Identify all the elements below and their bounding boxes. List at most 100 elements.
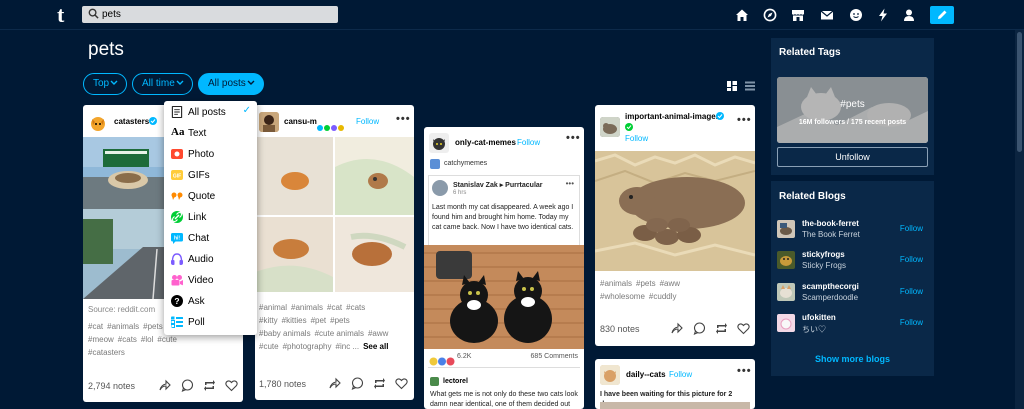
share-icon[interactable]	[670, 322, 683, 335]
reblog-avatar[interactable]	[430, 159, 440, 169]
more-options-icon[interactable]: •••	[566, 132, 581, 144]
search-bar[interactable]	[82, 6, 338, 23]
avatar[interactable]	[429, 133, 449, 153]
tag[interactable]: #inc ...	[336, 342, 360, 351]
tag[interactable]: #pets	[143, 322, 163, 331]
post-type-option-poll[interactable]: Poll	[164, 312, 257, 333]
time-filter-button[interactable]: All time	[132, 73, 193, 95]
tag[interactable]: #cute animals	[315, 329, 364, 338]
post-type-option-link[interactable]: Link	[164, 207, 257, 228]
more-options-icon[interactable]: •••	[396, 113, 411, 125]
reblog-icon[interactable]	[203, 379, 216, 392]
see-all-tags-link[interactable]: See all	[363, 342, 388, 351]
tag[interactable]: #lol	[141, 335, 153, 344]
follow-button[interactable]: Follow	[900, 287, 923, 296]
tag[interactable]: #animals	[107, 322, 139, 331]
masonry-view-icon[interactable]	[727, 78, 737, 91]
tag[interactable]: #animals	[600, 279, 632, 288]
search-input[interactable]	[102, 7, 332, 22]
activity-icon[interactable]	[876, 8, 890, 22]
post-type-option-gifs[interactable]: GIF GIFs	[164, 165, 257, 186]
follow-button[interactable]: Follow	[625, 134, 648, 143]
post-photo[interactable]	[595, 151, 755, 271]
tag[interactable]: #kitties	[282, 316, 307, 325]
account-icon[interactable]	[902, 8, 916, 22]
post-type-option-quote[interactable]: Quote	[164, 186, 257, 207]
reblog-source[interactable]: catchymemes	[444, 160, 487, 167]
reblog-icon[interactable]	[373, 377, 386, 390]
tag[interactable]: #animal	[259, 303, 287, 312]
tag[interactable]: #kitty	[259, 316, 278, 325]
avatar[interactable]	[777, 314, 795, 332]
post-type-option-all-posts[interactable]: All posts ✓	[164, 102, 257, 123]
follow-button[interactable]: Follow	[900, 255, 923, 264]
post-photo[interactable]	[600, 402, 750, 409]
post-type-option-ask[interactable]: ? Ask	[164, 291, 257, 312]
tag[interactable]: #animals	[291, 303, 323, 312]
reply-icon[interactable]	[693, 322, 706, 335]
sort-filter-button[interactable]: Top	[83, 73, 127, 95]
post-type-option-video[interactable]: Video	[164, 270, 257, 291]
post-type-option-audio[interactable]: Audio	[164, 249, 257, 270]
reply-icon[interactable]	[181, 379, 194, 392]
share-icon[interactable]	[158, 379, 171, 392]
post-photo-grid[interactable]	[255, 137, 414, 292]
share-icon[interactable]	[328, 377, 341, 390]
post-source[interactable]: Source: reddit.com	[88, 303, 155, 316]
tag[interactable]: #baby animals	[259, 329, 311, 338]
blog-name[interactable]: daily--cats	[626, 370, 666, 379]
tag[interactable]: #cats	[346, 303, 365, 312]
list-view-icon[interactable]	[745, 78, 755, 91]
more-options-icon[interactable]: •••	[737, 114, 752, 126]
tag[interactable]: #cat	[327, 303, 342, 312]
avatar[interactable]	[600, 117, 620, 137]
post-type-filter-button[interactable]: All posts	[198, 73, 264, 95]
follow-button[interactable]: Follow	[669, 370, 692, 379]
tag[interactable]: #meow	[88, 335, 114, 344]
avatar[interactable]	[430, 377, 439, 386]
blog-name[interactable]: stickyfrogs	[802, 250, 845, 259]
follow-button[interactable]: Follow	[900, 318, 923, 327]
inbox-icon[interactable]	[820, 8, 834, 22]
like-icon[interactable]	[225, 379, 238, 392]
home-icon[interactable]	[735, 8, 749, 22]
scrollbar-thumb[interactable]	[1017, 32, 1022, 152]
like-icon[interactable]	[395, 377, 408, 390]
tag[interactable]: #pet	[311, 316, 327, 325]
follow-button[interactable]: Follow	[900, 224, 923, 233]
post-notes-count[interactable]: 2,794 notes	[88, 381, 135, 391]
blog-name[interactable]: the-book-ferret	[802, 219, 859, 228]
tumblr-logo[interactable]: t	[57, 4, 64, 26]
blog-name[interactable]: ufokitten	[802, 313, 836, 322]
show-more-blogs-link[interactable]: Show more blogs	[771, 354, 934, 364]
related-blog-item[interactable]: ufokitten ちい♡ Follow	[777, 312, 929, 336]
blog-name[interactable]: important-animal-images	[625, 112, 720, 121]
like-icon[interactable]	[737, 322, 750, 335]
tag[interactable]: #aww	[660, 279, 680, 288]
tag[interactable]: #wholesome	[600, 292, 645, 301]
avatar[interactable]	[777, 220, 795, 238]
explore-icon[interactable]	[763, 8, 777, 22]
chat-icon[interactable]	[849, 8, 863, 22]
related-blog-item[interactable]: stickyfrogs Sticky Frogs Follow	[777, 249, 929, 273]
tag[interactable]: #catasters	[88, 348, 125, 357]
commenter-name[interactable]: lectorel	[443, 378, 468, 385]
shop-icon[interactable]	[791, 8, 805, 22]
avatar[interactable]	[777, 283, 795, 301]
post-notes-count[interactable]: 830 notes	[600, 324, 640, 334]
tag[interactable]: #aww	[368, 329, 388, 338]
related-blog-item[interactable]: scampthecorgi Scamperdoodle Follow	[777, 281, 929, 305]
avatar[interactable]	[777, 251, 795, 269]
blog-name[interactable]: only-cat-memes	[455, 138, 516, 147]
more-options-icon[interactable]: •••	[737, 365, 752, 377]
tag[interactable]: #photography	[283, 342, 332, 351]
follow-button[interactable]: Follow	[356, 117, 379, 126]
unfollow-tag-button[interactable]: Unfollow	[777, 147, 928, 167]
tag[interactable]: #cat	[88, 322, 103, 331]
post-notes-count[interactable]: 1,780 notes	[259, 379, 306, 389]
post-type-option-photo[interactable]: Photo	[164, 144, 257, 165]
page-scrollbar[interactable]	[1015, 30, 1024, 409]
post-type-option-chat[interactable]: hi! Chat	[164, 228, 257, 249]
compose-button[interactable]	[930, 6, 954, 24]
avatar[interactable]	[600, 365, 620, 385]
